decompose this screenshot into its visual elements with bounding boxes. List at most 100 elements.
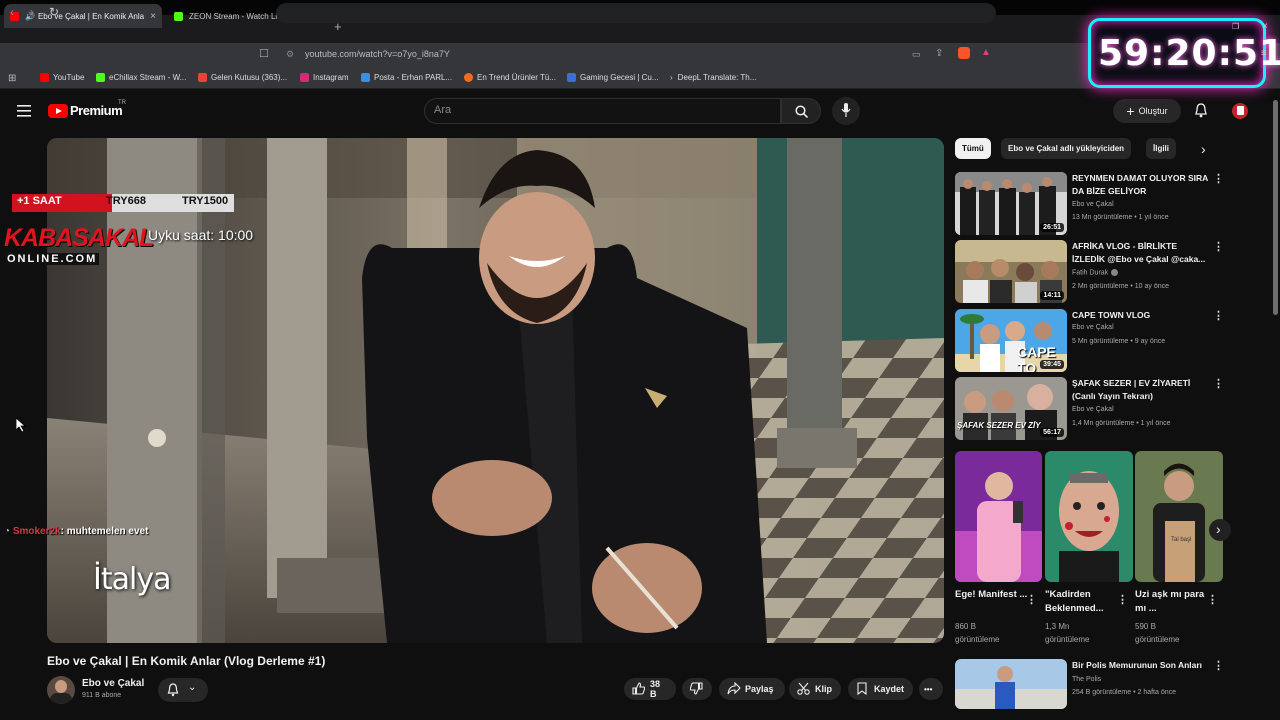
reload-icon[interactable]: ↻ <box>49 5 59 19</box>
bookmark-gaming[interactable]: Gaming Gecesi | Cu... <box>567 73 659 82</box>
bookmark-youtube[interactable]: YouTube <box>40 73 84 82</box>
chat-message: ◔ Smoker2k: muhtemelen evet <box>4 526 148 537</box>
sleep-time-text: Uyku saat: 10:00 <box>148 227 254 243</box>
thumbnail-text: Tal başl <box>1171 537 1192 543</box>
subscription-bell-button[interactable]: ⌄ <box>158 678 208 702</box>
short-thumbnail[interactable] <box>1045 451 1133 582</box>
notifications-bell-icon[interactable] <box>1194 103 1208 118</box>
share-page-icon[interactable]: ⇪ <box>935 48 943 59</box>
video-title: Ebo ve Çakal | En Komik Anlar (Vlog Derl… <box>47 654 326 668</box>
related-title[interactable]: Bir Polis Memurunun Son Anları <box>1072 659 1212 672</box>
scissors-icon <box>797 682 810 695</box>
account-avatar[interactable] <box>1232 103 1248 119</box>
more-options-icon[interactable]: ⋮ <box>1213 172 1224 185</box>
more-options-icon[interactable]: ⋮ <box>1213 309 1224 322</box>
window-close-icon[interactable]: × <box>1262 21 1268 32</box>
verified-icon <box>1111 269 1119 276</box>
rewards-icon[interactable]: ▲ <box>981 47 991 58</box>
chat-text: : muhtemelen evet <box>60 526 149 537</box>
related-thumbnail[interactable]: 26:51 <box>955 172 1067 235</box>
clip-button[interactable]: Klip <box>789 678 841 700</box>
share-button[interactable]: Paylaş <box>719 678 785 700</box>
short-views: 590 B görüntüleme <box>1135 622 1180 644</box>
video-caption: İtalya <box>93 562 171 597</box>
more-actions-button[interactable]: ••• <box>919 678 943 700</box>
related-channel[interactable]: Ebo ve Çakal <box>1072 406 1114 413</box>
mouse-cursor-icon <box>16 418 26 433</box>
related-thumbnail[interactable] <box>955 659 1067 709</box>
bell-icon <box>167 683 179 697</box>
bookmark-gmail[interactable]: Gelen Kutusu (363)... <box>198 73 287 82</box>
search-button[interactable] <box>781 98 821 124</box>
bookmark-instagram[interactable]: Instagram <box>300 73 349 82</box>
gaming-icon <box>567 73 576 82</box>
search-input[interactable] <box>424 98 781 124</box>
scrollbar-thumb[interactable] <box>1273 100 1278 315</box>
bookmark-posta[interactable]: Posta - Erhan PARL... <box>361 73 452 82</box>
close-tab-icon[interactable]: × <box>150 11 156 22</box>
dislike-button[interactable] <box>682 678 712 700</box>
short-title[interactable]: Ege! Manifest ... <box>955 588 1035 602</box>
create-button[interactable]: + Oluştur <box>1113 99 1181 123</box>
related-title[interactable]: ŞAFAK SEZER | EV ZİYARETİ (Canlı Yayın T… <box>1072 377 1212 402</box>
chat-user-icon: ◔ <box>4 526 13 537</box>
kick-icon <box>96 73 105 82</box>
back-icon[interactable]: ‹ <box>10 5 14 19</box>
video-player[interactable] <box>47 138 944 643</box>
share-icon <box>727 682 741 695</box>
trend-icon <box>464 73 473 82</box>
bookmark-label: eChillax Stream - W... <box>109 73 187 82</box>
premium-logo-text[interactable]: Premium <box>70 103 123 118</box>
bookmark-deepl[interactable]: › DeepL Translate: Th... <box>670 73 756 82</box>
more-options-icon[interactable]: ⋮ <box>1213 377 1224 390</box>
related-thumbnail[interactable]: CAPE TO 39:45 <box>955 309 1067 372</box>
url-field[interactable] <box>276 3 996 23</box>
short-thumbnail[interactable] <box>955 451 1042 582</box>
menu-icon[interactable] <box>17 105 31 117</box>
video-frame-image <box>47 138 944 643</box>
short-title[interactable]: Uzi aşk mı para mı ... <box>1135 588 1215 616</box>
related-title[interactable]: CAPE TOWN VLOG <box>1072 309 1212 322</box>
related-channel[interactable]: Ebo ve Çakal <box>1072 324 1114 331</box>
more-options-icon[interactable]: ⋮ <box>1213 240 1224 253</box>
tab-youtube[interactable]: 🔊 Ebo ve Çakal | En Komik Anlar × <box>4 4 162 28</box>
save-button[interactable]: Kaydet <box>848 678 913 700</box>
apps-grid-icon[interactable]: ⊞ <box>8 73 16 84</box>
like-button[interactable]: 38 B <box>624 678 676 700</box>
chevron-right-icon[interactable]: › <box>1201 141 1206 157</box>
related-title[interactable]: REYNMEN DAMAT OLUYOR SIRA DA BİZE GELİYO… <box>1072 172 1212 197</box>
more-options-icon[interactable]: ⋮ <box>1117 593 1128 606</box>
voice-search-button[interactable] <box>832 97 860 125</box>
channel-name[interactable]: Ebo ve Çakal <box>82 678 144 689</box>
bookmark-echillax[interactable]: eChillax Stream - W... <box>96 73 186 82</box>
url-text[interactable]: youtube.com/watch?v=o7yo_i8na7Y <box>305 49 450 59</box>
site-info-icon[interactable]: ⚙ <box>286 49 294 60</box>
chip-all[interactable]: Tümü <box>955 138 991 159</box>
more-options-icon[interactable]: ⋮ <box>1026 593 1037 606</box>
channel-avatar[interactable] <box>47 676 75 704</box>
short-title[interactable]: "Kadirden Beklenmed... <box>1045 588 1125 616</box>
shorts-next-button[interactable]: › <box>1209 519 1231 541</box>
short-thumbnail[interactable]: Tal başl <box>1135 451 1223 582</box>
youtube-logo-icon[interactable] <box>48 104 68 118</box>
forward-icon[interactable]: › <box>30 5 34 19</box>
bookmark-trend[interactable]: En Trend Ürünler Tü... <box>464 73 556 82</box>
related-title[interactable]: AFRİKA VLOG - BİRLİKTE İZLEDİK @Ebo ve Ç… <box>1072 240 1212 265</box>
short-image <box>1135 451 1223 582</box>
related-thumbnail[interactable]: ŞAFAK SEZER EV ZİY 56:17 <box>955 377 1067 440</box>
thumbs-up-icon <box>632 682 645 695</box>
related-channel[interactable]: Ebo ve Çakal <box>1072 201 1114 208</box>
bookmark-icon[interactable]: ☐ <box>259 47 269 60</box>
browser-menu-icon[interactable]: ≡ <box>1261 48 1267 59</box>
more-options-icon[interactable]: ⋮ <box>1213 659 1224 672</box>
chip-from-uploader[interactable]: Ebo ve Çakal adlı yükleyiciden <box>1001 138 1132 159</box>
related-channel-row[interactable]: Fatih Durak <box>1072 269 1119 276</box>
restore-icon[interactable]: ❐ <box>1232 22 1239 31</box>
related-channel[interactable]: The Polis <box>1072 676 1101 683</box>
cast-icon[interactable]: ▭ <box>912 49 921 60</box>
related-thumbnail[interactable]: 14:11 <box>955 240 1067 303</box>
chip-related[interactable]: İlgili <box>1146 138 1176 159</box>
brave-shield-icon[interactable] <box>958 47 970 59</box>
thumbnail-text: ŞAFAK SEZER EV ZİY <box>957 421 1041 430</box>
more-options-icon[interactable]: ⋮ <box>1207 593 1218 606</box>
